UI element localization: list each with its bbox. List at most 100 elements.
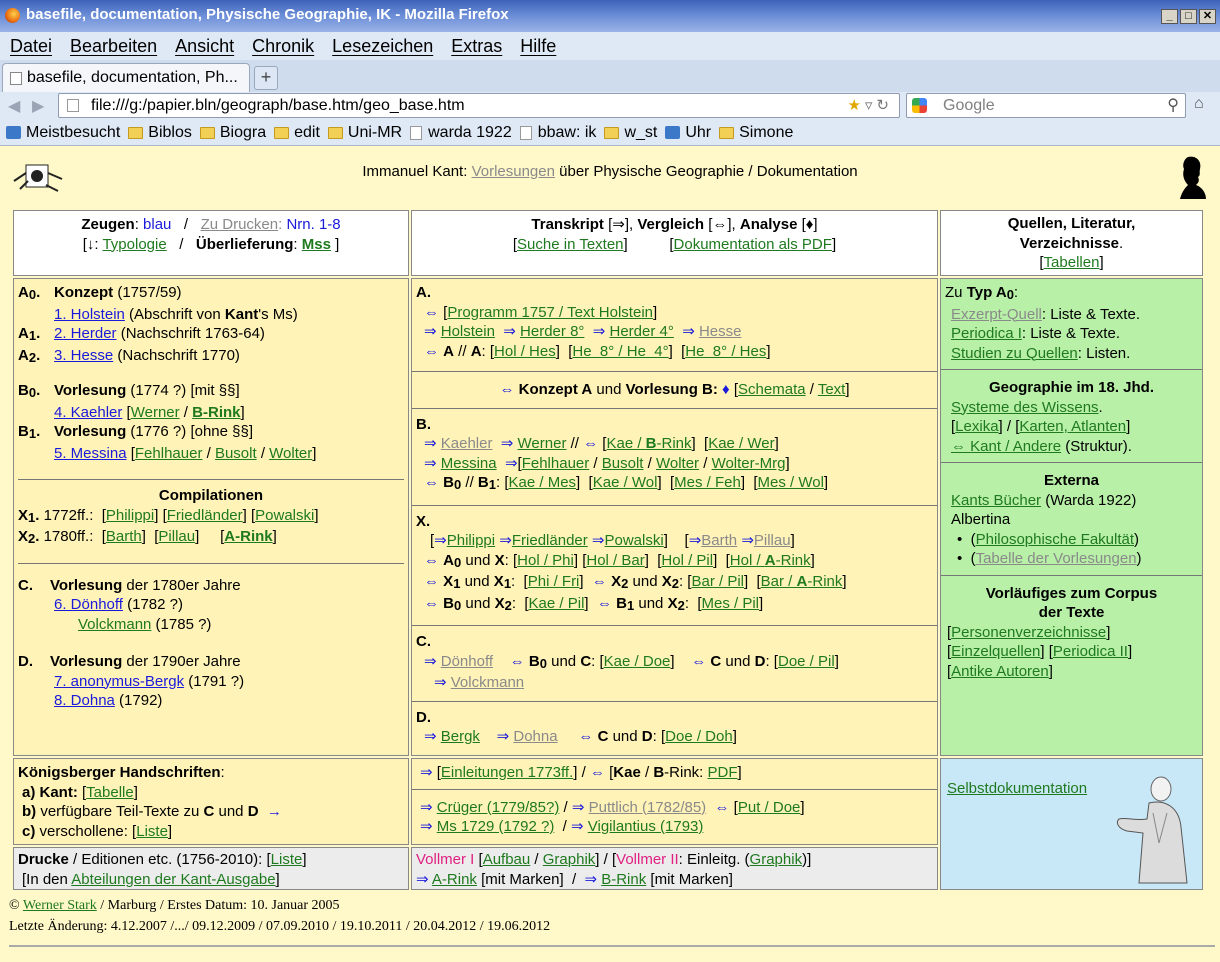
powalski-text-link[interactable]: Powalski (605, 532, 664, 549)
bergk-text-link[interactable]: Bergk (441, 728, 480, 745)
lexika-link[interactable]: Lexika (955, 418, 998, 435)
menu-ansicht[interactable]: Ansicht (165, 32, 242, 60)
barth-text-link[interactable]: Barth (701, 532, 737, 549)
back-icon[interactable]: ◀ (8, 96, 20, 116)
friedlaender-text-link[interactable]: Friedländer (512, 532, 588, 549)
tabelle-vorl-link[interactable]: Tabelle der Vorlesungen (976, 550, 1137, 567)
dropdown-icon[interactable]: ▿ (865, 97, 877, 114)
kants-buecher-link[interactable]: Kants Bücher (951, 492, 1041, 509)
wolter-text-link[interactable]: Wolter (656, 455, 699, 472)
holstein-link[interactable]: 1. Holstein (54, 306, 125, 323)
bookmark-biogra[interactable]: Biogra (199, 124, 266, 142)
bookmark-edit[interactable]: edit (274, 124, 320, 142)
dohna-text-link[interactable]: Dohna (513, 728, 557, 745)
home-icon[interactable]: ⌂ (1194, 96, 1210, 112)
systeme-link[interactable]: Systeme des Wissens (951, 399, 1099, 416)
hol-hes-link[interactable]: Hol / Hes (494, 343, 556, 360)
graphik-link[interactable]: Graphik (543, 851, 596, 868)
kant-tabelle-link[interactable]: Tabelle (86, 784, 134, 801)
exzerpt-link[interactable]: Exzerpt-Quell (951, 306, 1042, 323)
philippi-link[interactable]: Philippi (106, 507, 154, 524)
herder-4-link[interactable]: Herder 4° (610, 323, 674, 340)
dohna-link[interactable]: 8. Dohna (54, 692, 115, 709)
hol-arink-link[interactable]: Hol / A-Rink (730, 552, 811, 569)
wolter-mrg-link[interactable]: Wolter-Mrg (712, 455, 786, 472)
doenhoff-text-link[interactable]: Dönhoff (441, 653, 493, 670)
menu-chronik[interactable]: Chronik (242, 32, 322, 60)
wolter-link[interactable]: Wolter (269, 445, 312, 462)
selbstdoku-link[interactable]: Selbstdokumentation (947, 780, 1087, 797)
a-rink-link[interactable]: A-Rink (224, 528, 272, 545)
hol-pil-link[interactable]: Hol / Pil (661, 552, 713, 569)
studien-link[interactable]: Studien zu Quellen (951, 345, 1078, 362)
doe-pil-link[interactable]: Doe / Pil (778, 653, 835, 670)
bookmark-meistbesucht[interactable]: Meistbesucht (6, 124, 120, 142)
hol-phi-link[interactable]: Hol / Phi (517, 552, 574, 569)
busolt-link[interactable]: Busolt (215, 445, 257, 462)
messina-text-link[interactable]: Messina (441, 455, 497, 472)
antike-link[interactable]: Antike Autoren (951, 663, 1049, 680)
mes-wol-link[interactable]: Mes / Wol (758, 474, 824, 491)
bergk-link[interactable]: 7. anonymus-Bergk (54, 673, 184, 690)
volckmann-link[interactable]: Volckmann (78, 616, 151, 633)
maximize-button[interactable]: □ (1180, 9, 1197, 24)
graphik2-link[interactable]: Graphik (750, 851, 803, 868)
magnifier-icon[interactable]: ⚲ (1167, 94, 1179, 117)
kae-pil-link[interactable]: Kae / Pil (529, 595, 585, 612)
werner-link[interactable]: Werner (131, 404, 180, 421)
philfak-link[interactable]: Philosophische Fakultät (976, 531, 1134, 548)
herder-8-link[interactable]: Herder 8° (520, 323, 584, 340)
reload-icon[interactable]: ↻ (876, 97, 893, 114)
mes-feh-link[interactable]: Mes / Feh (674, 474, 741, 491)
mes-pil-link[interactable]: Mes / Pil (701, 595, 759, 612)
suche-link[interactable]: Suche in Texten (517, 236, 623, 253)
minimize-button[interactable]: _ (1161, 9, 1178, 24)
werner-text-link[interactable]: Werner (518, 435, 567, 452)
volckmann-text-link[interactable]: Volckmann (451, 674, 524, 691)
aufbau-link[interactable]: Aufbau (483, 851, 531, 868)
doe-doh-link[interactable]: Doe / Doh (665, 728, 733, 745)
bookmark-bbaw[interactable]: bbaw: ik (519, 124, 596, 142)
werner-stark-link[interactable]: Werner Stark (23, 898, 97, 913)
bookmark-uhr[interactable]: Uhr (665, 124, 711, 142)
herder-link[interactable]: 2. Herder (54, 325, 117, 342)
new-tab-button[interactable]: + (254, 66, 278, 90)
drucke-liste-link[interactable]: Liste (271, 851, 303, 868)
bookmark-simone[interactable]: Simone (719, 124, 793, 142)
karten-link[interactable]: Karten, Atlanten (1019, 418, 1126, 435)
schemata-link[interactable]: Schemata (738, 381, 806, 398)
menu-bearbeiten[interactable]: Bearbeiten (60, 32, 165, 60)
bookmark-biblos[interactable]: Biblos (128, 124, 192, 142)
bar-pil-link[interactable]: Bar / Pil (691, 573, 744, 590)
hesse-link[interactable]: 3. Hesse (54, 347, 113, 364)
pdf-link[interactable]: PDF (708, 764, 738, 781)
menu-lesezeichen[interactable]: Lesezeichen (322, 32, 441, 60)
typologie-link[interactable]: Typologie (102, 236, 166, 253)
doenhoff-link[interactable]: 6. Dönhoff (54, 596, 123, 613)
bookmark-uni-mr[interactable]: Uni-MR (327, 124, 402, 142)
vigilantius-link[interactable]: Vigilantius (1793) (588, 818, 704, 835)
kaehler-text-link[interactable]: Kaehler (441, 435, 493, 452)
busolt-text-link[interactable]: Busolt (602, 455, 644, 472)
arink-text-link[interactable]: A-Rink (432, 871, 477, 888)
hesse-text-link[interactable]: Hesse (699, 323, 742, 340)
menu-extras[interactable]: Extras (441, 32, 510, 60)
kae-wer-link[interactable]: Kae / Wer (708, 435, 774, 452)
put-doe-link[interactable]: Put / Doe (738, 799, 801, 816)
periodica-link[interactable]: Periodica I (951, 325, 1022, 342)
hol-bar-link[interactable]: Hol / Bar (586, 552, 644, 569)
bookmark-star-icon[interactable]: ★ (847, 97, 864, 114)
menu-hilfe[interactable]: Hilfe (510, 32, 564, 60)
search-input[interactable]: Google ⚲ (906, 93, 1186, 118)
forward-icon[interactable]: ▶ (32, 96, 44, 116)
einleitungen-link[interactable]: Einleitungen 1773ff. (441, 764, 573, 781)
kae-doe-link[interactable]: Kae / Doe (604, 653, 671, 670)
ms1729-link[interactable]: Ms 1729 (1792 ?) (437, 818, 555, 835)
kae-mes-link[interactable]: Kae / Mes (509, 474, 577, 491)
mss-link[interactable]: Mss (302, 236, 331, 253)
pillau-text-link[interactable]: Pillau (754, 532, 791, 549)
phi-fri-link[interactable]: Phi / Fri (528, 573, 580, 590)
vorlesungen-link[interactable]: Vorlesungen (472, 163, 555, 180)
fehlhauer-link[interactable]: Fehlhauer (135, 445, 203, 462)
friedlaender-link[interactable]: Friedländer (167, 507, 243, 524)
